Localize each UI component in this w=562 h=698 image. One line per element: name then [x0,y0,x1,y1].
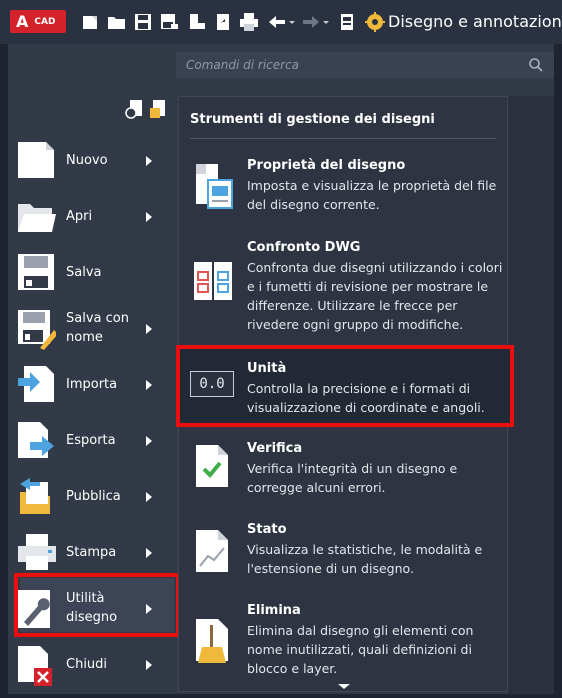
menu-item-pubblica[interactable]: Pubblica [16,468,166,524]
open-folder-icon [18,204,56,232]
save-as-icon[interactable] [158,11,180,33]
search-bar [176,52,554,78]
share-icon[interactable] [212,11,234,33]
menu-item-chiudi[interactable]: Chiudi [16,636,166,692]
menu-item-label: Esporta [66,432,116,448]
open-icon[interactable] [106,11,128,33]
audit-icon [196,445,228,487]
submenu-item-confronto[interactable]: Confronto DWG Confronta due disegni util… [190,240,510,332]
search-input[interactable] [176,52,516,78]
save-as-icon [18,310,56,350]
menu-item-apri[interactable]: Apri [16,188,166,244]
app-logo[interactable]: A CAD [10,10,66,33]
chevron-right-icon [146,156,152,166]
redo-dropdown-icon[interactable] [321,11,331,33]
submenu-item-elimina[interactable]: Elimina Elimina dal disegno gli elementi… [190,603,510,679]
submenu-item-verifica[interactable]: Verifica Verifica l'integrità di un dise… [190,441,510,501]
submenu-item-title: Verifica [247,441,303,456]
chevron-right-icon [146,324,152,334]
chevron-right-icon [146,660,152,670]
chevron-right-icon [146,548,152,558]
print-icon [18,534,56,570]
menu-item-stampa[interactable]: Stampa [16,524,166,580]
menu-item-label: Importa [66,376,118,392]
menu-item-label: Salva con nome [66,311,129,345]
submenu-item-title: Elimina [247,603,301,618]
open-documents-icon[interactable] [148,98,170,120]
export-icon [18,422,54,458]
search-icon[interactable] [528,57,544,73]
menu-item-label: Stampa [66,544,117,560]
menu-item-label: Chiudi [66,656,108,672]
new-icon[interactable] [80,11,102,33]
workspace-label[interactable]: Disegno e annotazione [388,12,562,31]
menu-item-label: Apri [66,208,93,224]
publish-icon [20,478,50,514]
dwg-compare-icon [194,262,232,300]
publish-icon[interactable] [186,11,208,33]
highlight-box-unita [176,345,514,427]
submenu-item-description: Visualizza le statistiche, le modalità e… [247,542,483,576]
submenu-item-stato[interactable]: Stato Visualizza le statistiche, le moda… [190,522,510,582]
status-icon [196,530,228,572]
submenu-item-title: Stato [247,522,287,537]
drawing-properties-icon [196,164,233,209]
menu-item-salva[interactable]: Salva [16,244,166,300]
menu-right-strip [508,96,554,694]
scroll-down-icon[interactable] [338,684,350,689]
menu-item-esporta[interactable]: Esporta [16,412,166,468]
submenu-divider [190,138,496,139]
close-file-icon [18,646,52,686]
undo-icon[interactable] [266,11,288,33]
menu-item-label: Pubblica [66,488,121,504]
chevron-right-icon [146,492,152,502]
logo-text: CAD [34,16,56,27]
import-icon [18,366,54,402]
chevron-right-icon [146,436,152,446]
submenu-item-description: Elimina dal disegno gli elementi con nom… [247,623,474,676]
submenu-item-description: Imposta e visualizza le proprietà del fi… [247,178,497,212]
menu-item-nuovo[interactable]: Nuovo [16,132,166,188]
save-icon[interactable] [132,11,154,33]
undo-dropdown-icon[interactable] [287,11,297,33]
submenu-item-title: Proprietà del disegno [247,158,406,173]
submenu-item-description: Confronta due disegni utilizzando i colo… [247,260,503,332]
highlight-box-utilita [14,573,180,637]
redo-icon[interactable] [300,11,322,33]
submenu-heading: Strumenti di gestione dei disegni [190,112,435,127]
purge-icon [196,619,228,663]
recent-documents-icon[interactable] [124,98,146,120]
menu-item-label: Nuovo [66,152,108,168]
new-file-icon [18,142,54,178]
chevron-right-icon [146,380,152,390]
title-bar: A CAD Disegno e annotazione [0,0,562,44]
logo-letter: A [16,12,29,31]
chevron-right-icon [146,212,152,222]
menu-item-salva-con-nome[interactable]: Salva con nome [16,300,166,356]
submenu-item-description: Verifica l'integrità di un disegno e cor… [247,461,458,495]
workspace-gear-icon[interactable] [364,11,386,33]
save-icon [18,254,54,290]
print-icon[interactable] [238,11,260,33]
submenu-item-proprieta[interactable]: Proprietà del disegno Imposta e visualiz… [190,158,510,218]
layout-icon[interactable] [336,11,358,33]
menu-item-label: Salva [66,264,102,280]
menu-item-importa[interactable]: Importa [16,356,166,412]
submenu-item-title: Confronto DWG [247,240,361,255]
